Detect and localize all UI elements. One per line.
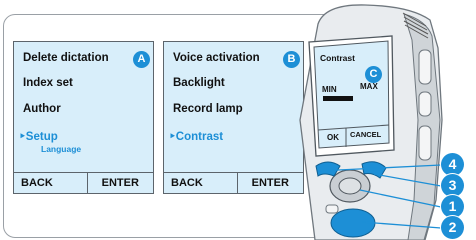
device-min-label: MIN [322,85,337,94]
device-ok-softkey[interactable]: OK [327,133,339,142]
device-cancel-softkey[interactable]: CANCEL [350,130,381,139]
dictation-device-illustration [299,4,443,240]
device-screen-title: Contrast [320,53,355,63]
step-badge-c: C [365,66,382,83]
callout-4: 4 [441,153,464,176]
callout-2: 2 [441,216,464,239]
callout-1: 1 [441,195,464,218]
device-max-label: MAX [360,82,378,91]
callout-3: 3 [441,174,464,197]
